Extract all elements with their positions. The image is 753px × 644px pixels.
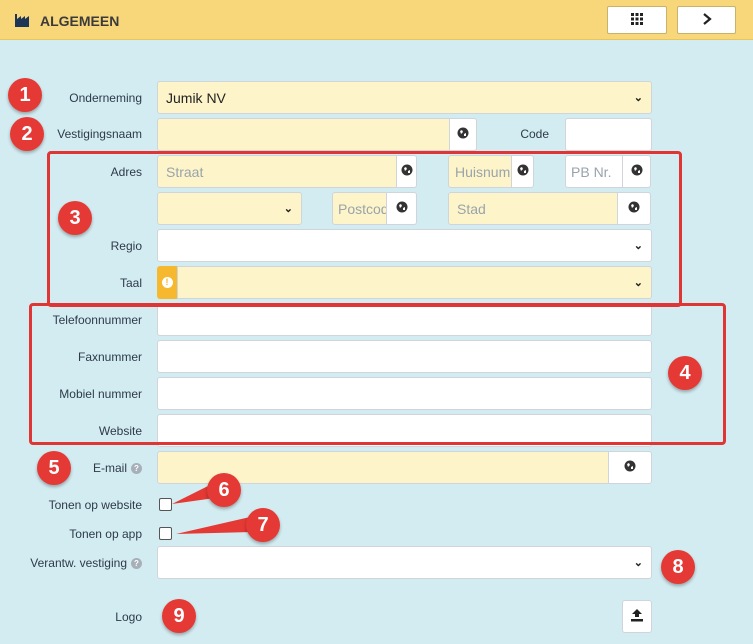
section-title: ALGEMEEN [40,13,120,29]
annotation-box-contact [29,303,726,445]
annotation-marker-6: 6 [207,473,241,507]
email-label: E-mail? [2,461,142,475]
email-label-text: E-mail [92,461,127,475]
factory-icon [15,13,31,30]
vestigingsnaam-input[interactable] [157,118,450,151]
verantw-label-text: Verantw. vestiging [30,556,127,570]
annotation-marker-7: 7 [246,508,280,542]
onderneming-value: Jumik NV [166,89,226,106]
chevron-down-icon: ⌄ [633,92,643,104]
grid-icon [631,12,643,28]
next-button[interactable] [677,6,736,34]
upload-icon [630,608,644,625]
logo-label: Logo [115,610,142,624]
annotation-marker-1: 1 [8,78,42,112]
help-icon[interactable]: ? [131,558,142,570]
verantw-label: Verantw. vestiging? [2,556,142,570]
tonen-website-label: Tonen op website [48,498,142,512]
tonen-app-label: Tonen op app [69,527,142,541]
chevron-down-icon: ⌄ [633,557,643,569]
grid-button[interactable] [607,6,667,34]
annotation-marker-4: 4 [668,356,702,390]
globe-icon [624,460,636,475]
code-input[interactable] [565,118,652,151]
upload-button[interactable] [622,600,652,633]
annotation-box-address [47,151,682,307]
verantw-select[interactable]: ⌄ [157,546,652,579]
help-icon[interactable]: ? [131,463,142,475]
annotation-marker-8: 8 [661,550,695,584]
onderneming-select[interactable]: Jumik NV ⌄ [157,81,652,114]
email-translate-button[interactable] [609,451,652,484]
section-header: ALGEMEEN [0,0,753,40]
annotation-marker-3: 3 [58,201,92,235]
code-label: Code [520,127,549,141]
chevron-right-icon [702,12,712,28]
annotation-marker-5: 5 [37,451,71,485]
annotation-marker-9: 9 [162,599,196,633]
annotation-marker-2: 2 [10,117,44,151]
